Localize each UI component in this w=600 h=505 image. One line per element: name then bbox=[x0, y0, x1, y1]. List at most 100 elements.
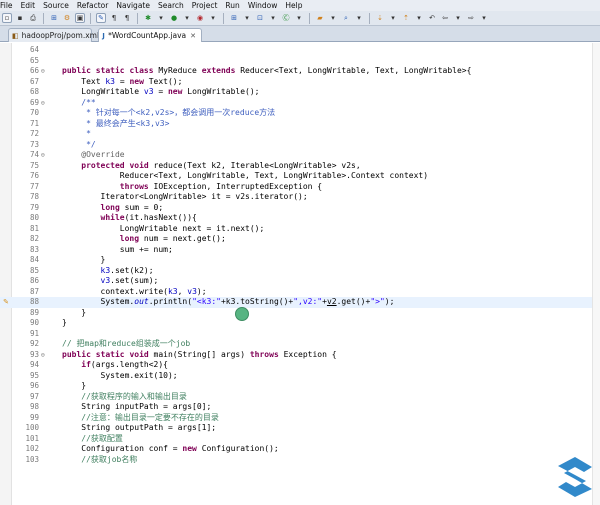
show-whitespace-icon[interactable]: ¶ bbox=[122, 13, 132, 23]
toolbar-separator bbox=[369, 12, 370, 24]
code-line-current[interactable]: ✎ 88 System.out.println("<k3:"+k3.toStrin… bbox=[0, 297, 600, 308]
dropdown-icon[interactable]: ▾ bbox=[268, 13, 278, 23]
code-line[interactable]: 86 v3.set(sum); bbox=[0, 276, 600, 287]
mark-occurrences-icon[interactable]: ✎ bbox=[96, 13, 106, 23]
tab-wordcountapp-java[interactable]: J *WordCountApp.java ✕ bbox=[98, 28, 202, 42]
debug-icon[interactable]: ✱ bbox=[143, 13, 153, 23]
dropdown-icon[interactable]: ▾ bbox=[328, 13, 338, 23]
code-line[interactable]: 74 ⊖ @Override bbox=[0, 150, 600, 161]
new-package-icon[interactable]: ⊡ bbox=[255, 13, 265, 23]
code-text: Iterator<LongWritable> it = v2s.iterator… bbox=[62, 192, 308, 203]
tab-pom-xml[interactable]: ◧ hadoopProj/pom.xml bbox=[8, 28, 99, 42]
next-annotation-icon[interactable]: ⇣ bbox=[375, 13, 385, 23]
open-folder-icon[interactable]: ▰ bbox=[315, 13, 325, 23]
fold-toggle-icon[interactable]: ⊖ bbox=[41, 350, 49, 361]
code-line[interactable]: 67 Text k3 = new Text(); bbox=[0, 77, 600, 88]
code-line[interactable]: 79 long sum = 0; bbox=[0, 203, 600, 214]
close-icon[interactable]: ✕ bbox=[190, 32, 196, 40]
menu-item-source[interactable]: Source bbox=[43, 1, 69, 10]
code-line[interactable]: 92 // 把map和reduce组装成一个job bbox=[0, 339, 600, 350]
code-line[interactable]: 94 if(args.length<2){ bbox=[0, 360, 600, 371]
code-line[interactable]: 101 //获取配置 bbox=[0, 434, 600, 445]
dropdown-icon[interactable]: ▾ bbox=[182, 13, 192, 23]
terminal-icon[interactable]: ▣ bbox=[75, 13, 85, 23]
line-number: 84 bbox=[29, 255, 39, 264]
last-edit-icon[interactable]: ↶ bbox=[427, 13, 437, 23]
code-line[interactable]: 70 * 针对每一个<k2,v2s>，都会调用一次reduce方法 bbox=[0, 108, 600, 119]
menu-item-run[interactable]: Run bbox=[225, 1, 239, 10]
dropdown-icon[interactable]: ▾ bbox=[414, 13, 424, 23]
code-line[interactable]: 73 */ bbox=[0, 140, 600, 151]
fold-toggle-icon[interactable]: ⊖ bbox=[41, 150, 49, 161]
code-line[interactable]: 71 * 最终会产生<k3,v3> bbox=[0, 119, 600, 130]
code-line[interactable]: 75 protected void reduce(Text k2, Iterab… bbox=[0, 161, 600, 172]
code-line[interactable]: 85 k3.set(k2); bbox=[0, 266, 600, 277]
code-line[interactable]: 72 * bbox=[0, 129, 600, 140]
code-line[interactable]: 89 } bbox=[0, 308, 600, 319]
toggle-block-icon[interactable]: ¶ bbox=[109, 13, 119, 23]
code-line[interactable]: 83 sum += num; bbox=[0, 245, 600, 256]
code-line[interactable]: 84 } bbox=[0, 255, 600, 266]
external-tools-icon[interactable]: ⚙ bbox=[62, 13, 72, 23]
menu-item-project[interactable]: Project bbox=[192, 1, 218, 10]
dropdown-icon[interactable]: ▾ bbox=[156, 13, 166, 23]
code-line[interactable]: 68 LongWritable v3 = new LongWritable(); bbox=[0, 87, 600, 98]
code-line[interactable]: 66 ⊖ public static class MyReduce extends … bbox=[0, 66, 600, 77]
search-icon[interactable]: ⌕ bbox=[341, 13, 351, 23]
prev-annotation-icon[interactable]: ⇡ bbox=[401, 13, 411, 23]
menu-item-navigate[interactable]: Navigate bbox=[116, 1, 150, 10]
code-line[interactable]: 77 throws IOException, InterruptedExcept… bbox=[0, 182, 600, 193]
save-icon[interactable]: ▪ bbox=[15, 13, 25, 23]
dropdown-icon[interactable]: ▾ bbox=[294, 13, 304, 23]
code-line[interactable]: 99 //注意：输出目录一定要不存在的目录 bbox=[0, 413, 600, 424]
dropdown-icon[interactable]: ▾ bbox=[208, 13, 218, 23]
code-token: void bbox=[129, 349, 154, 359]
code-line[interactable]: 69 ⊖ /** bbox=[0, 98, 600, 109]
code-line[interactable]: 65 bbox=[0, 56, 600, 67]
fold-toggle-icon[interactable]: ⊖ bbox=[41, 98, 49, 109]
code-line[interactable]: 80 while(it.hasNext()){ bbox=[0, 213, 600, 224]
dropdown-icon[interactable]: ▾ bbox=[388, 13, 398, 23]
code-text: // 把map和reduce组装成一个job bbox=[62, 339, 190, 350]
code-line[interactable]: 96 } bbox=[0, 381, 600, 392]
menu-item-window[interactable]: Window bbox=[248, 1, 278, 10]
dropdown-icon[interactable]: ▾ bbox=[354, 13, 364, 23]
menu-item-search[interactable]: Search bbox=[158, 1, 184, 10]
new-project-icon[interactable]: ⊞ bbox=[229, 13, 239, 23]
run-icon[interactable]: ● bbox=[169, 13, 179, 23]
code-line[interactable]: 98 String inputPath = args[0]; bbox=[0, 402, 600, 413]
code-line[interactable]: 82 long num = next.get(); bbox=[0, 234, 600, 245]
code-line[interactable]: 78 Iterator<LongWritable> it = v2s.itera… bbox=[0, 192, 600, 203]
code-editor[interactable]: 64 65 66 ⊖ public static class MyReduce exte… bbox=[0, 43, 600, 505]
code-line[interactable]: 102 Configuration conf = new Configurati… bbox=[0, 444, 600, 455]
new-class-icon[interactable]: Ⓒ bbox=[281, 13, 291, 23]
code-line[interactable]: 91 bbox=[0, 329, 600, 340]
open-type-icon[interactable]: ⊞ bbox=[49, 13, 59, 23]
forward-icon[interactable]: ⇨ bbox=[466, 13, 476, 23]
code-line[interactable]: 64 bbox=[0, 45, 600, 56]
back-icon[interactable]: ⇦ bbox=[440, 13, 450, 23]
code-line[interactable]: 97 //获取程序的输入和输出目录 bbox=[0, 392, 600, 403]
code-token: = bbox=[153, 87, 168, 96]
coverage-icon[interactable]: ◉ bbox=[195, 13, 205, 23]
print-icon[interactable]: ⎙ bbox=[28, 13, 38, 23]
menu-item-file[interactable]: File bbox=[0, 1, 13, 10]
menu-item-edit[interactable]: Edit bbox=[21, 1, 36, 10]
code-line[interactable]: 95 System.exit(10); bbox=[0, 371, 600, 382]
new-icon[interactable]: ▫ bbox=[2, 13, 12, 23]
code-line[interactable]: 100 String outputPath = args[1]; bbox=[0, 423, 600, 434]
code-line[interactable]: 87 context.write(k3, v3); bbox=[0, 287, 600, 298]
dropdown-icon[interactable]: ▾ bbox=[453, 13, 463, 23]
menu-item-help[interactable]: Help bbox=[285, 1, 302, 10]
dropdown-icon[interactable]: ▾ bbox=[479, 13, 489, 23]
code-line[interactable]: 81 LongWritable next = it.next(); bbox=[0, 224, 600, 235]
menu-item-refactor[interactable]: Refactor bbox=[77, 1, 108, 10]
fold-toggle-icon[interactable]: ⊖ bbox=[41, 66, 49, 77]
code-line[interactable]: 93 ⊖ public static void main(String[] args… bbox=[0, 350, 600, 361]
code-line[interactable]: 103 //获取job名称 bbox=[0, 455, 600, 466]
code-line[interactable]: 76 Reducer<Text, LongWritable, Text, Lon… bbox=[0, 171, 600, 182]
code-line[interactable]: 90} bbox=[0, 318, 600, 329]
code-text: @Override bbox=[62, 150, 124, 161]
code-text: System.out.println("<k3:"+k3.toString()+… bbox=[62, 297, 395, 308]
dropdown-icon[interactable]: ▾ bbox=[242, 13, 252, 23]
